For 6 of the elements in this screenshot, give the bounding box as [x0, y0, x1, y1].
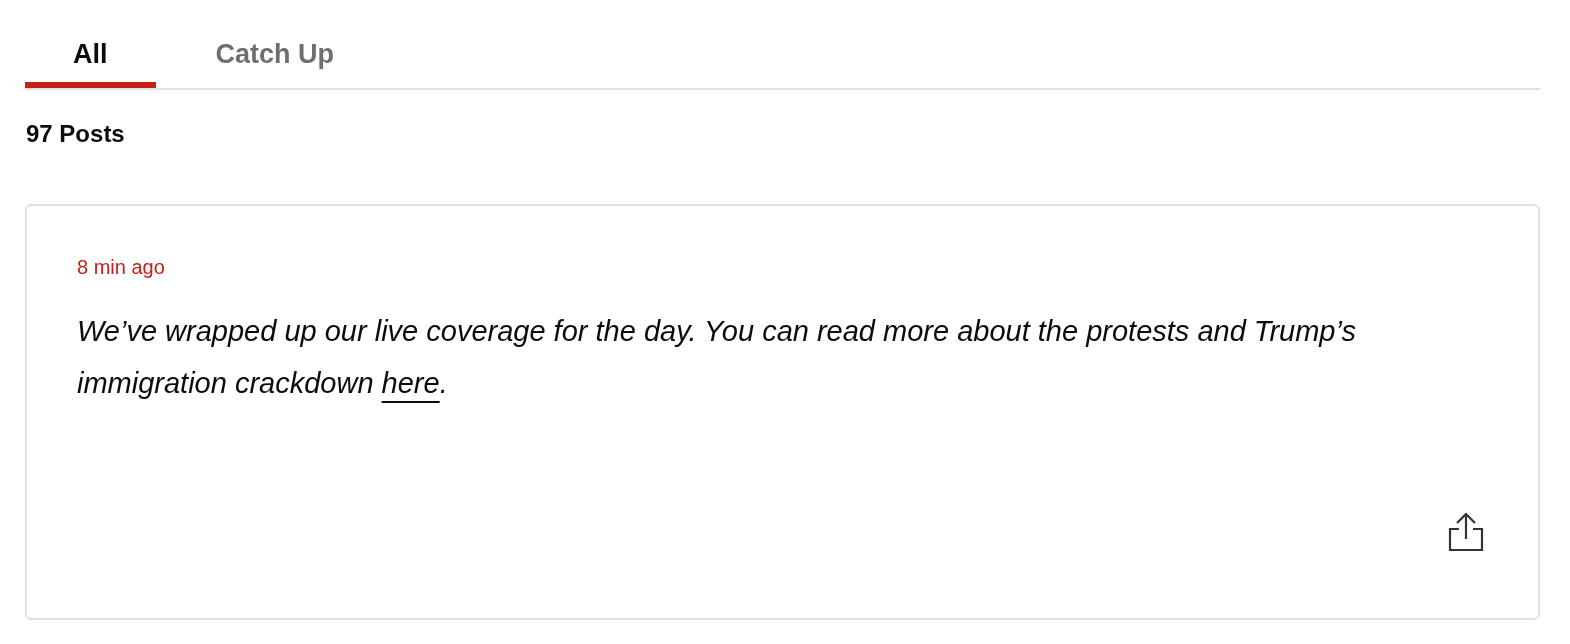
post-text: We’ve wrapped up our live coverage for the day. You can read more about the protests and Trump’s immigration crackdown here.	[77, 314, 1357, 401]
post-count: 97 Posts	[26, 120, 125, 147]
tab[interactable]: Catch Up	[155, 0, 383, 88]
link[interactable]: here	[381, 367, 440, 399]
timestamp: 8 min ago	[77, 256, 165, 279]
tab[interactable]: All	[25, 0, 156, 88]
